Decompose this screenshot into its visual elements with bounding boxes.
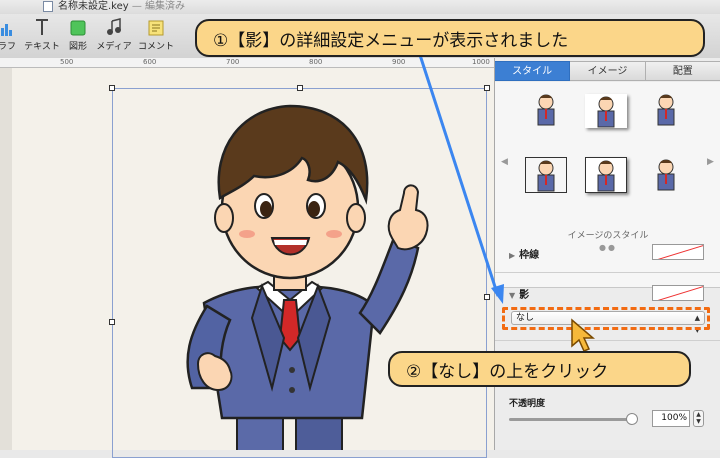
border-toggle[interactable]: ▶ 枠線 (509, 246, 539, 261)
media-button[interactable]: メディア (96, 16, 132, 52)
shape-icon (66, 16, 90, 36)
text-button[interactable]: テキスト (24, 16, 60, 52)
shadow-color-well[interactable] (652, 285, 704, 301)
media-label: メディア (96, 42, 132, 52)
disclosure-triangle-icon: ▶ (509, 251, 516, 260)
image-style-thumb[interactable] (525, 157, 567, 193)
edit-status: — 編集済み (131, 1, 186, 12)
resize-handle[interactable] (484, 294, 490, 300)
ruler-tick: 800 (309, 58, 323, 66)
ruler-tick: 500 (60, 58, 74, 66)
opacity-slider-knob[interactable] (626, 413, 638, 425)
image-style-thumb[interactable] (585, 157, 627, 193)
inspector-tabs: スタイル イメージ 配置 (495, 61, 720, 81)
comment-button[interactable]: コメント (137, 16, 175, 52)
mouse-cursor-icon (571, 318, 596, 352)
opacity-slider[interactable] (509, 418, 631, 421)
ruler-tick: 700 (226, 58, 240, 66)
opacity-stepper[interactable]: ▲ ▼ (693, 410, 704, 427)
border-label: 枠線 (519, 250, 540, 261)
image-selection-frame (112, 88, 487, 458)
resize-handle[interactable] (109, 319, 115, 325)
canvas-margin (0, 68, 12, 450)
image-style-thumb[interactable] (645, 157, 687, 193)
resize-handle[interactable] (109, 85, 115, 91)
tab-arrange[interactable]: 配置 (645, 61, 720, 81)
horizontal-ruler: 500 600 700 800 900 1000 (0, 58, 494, 68)
tab-image[interactable]: イメージ (570, 61, 646, 81)
shape-label: 図形 (68, 42, 87, 52)
chart-button[interactable]: ラフ (0, 16, 18, 52)
text-icon (24, 16, 60, 36)
disclosure-triangle-icon: ▼ (509, 291, 516, 300)
opacity-field[interactable]: 100% (652, 410, 690, 427)
chevron-left-icon[interactable]: ◀ (501, 157, 508, 167)
ruler-tick: 1000 (472, 58, 490, 66)
image-style-thumb[interactable] (645, 92, 687, 128)
resize-handle[interactable] (484, 85, 490, 91)
text-label: テキスト (24, 42, 60, 52)
shadow-toggle[interactable]: ▼ 影 (509, 286, 529, 301)
format-inspector: スタイル イメージ 配置 ◀ ▶ イメージのスタイル ●● ▶ 枠線 ▼ 影 な… (494, 58, 720, 450)
image-style-thumb[interactable] (525, 92, 567, 128)
chevron-right-icon[interactable]: ▶ (707, 157, 714, 167)
tab-style[interactable]: スタイル (495, 61, 571, 81)
document-icon (43, 1, 53, 12)
media-icon (96, 16, 132, 36)
highlight-box (502, 307, 710, 330)
border-section: ▶ 枠線 (495, 234, 720, 273)
image-style-thumb[interactable] (585, 94, 627, 128)
shape-button[interactable]: 図形 (66, 16, 90, 52)
chart-icon (0, 16, 18, 36)
opacity-label: 不透明度 (509, 399, 546, 409)
shadow-label: 影 (519, 290, 530, 301)
resize-handle[interactable] (297, 85, 303, 91)
border-color-well[interactable] (652, 244, 704, 260)
window-titlebar: 名称未設定.key — 編集済み (0, 0, 720, 14)
ruler-tick: 600 (143, 58, 157, 66)
document-name: 名称未設定.key (58, 1, 129, 12)
step2-callout: ②【なし】の上をクリック (388, 351, 691, 387)
step1-callout: ①【影】の詳細設定メニューが表示されました (195, 19, 705, 57)
ruler-tick: 900 (392, 58, 406, 66)
chart-label: ラフ (0, 42, 16, 52)
window-title: 名称未設定.key — 編集済み (58, 0, 185, 14)
comment-label: コメント (137, 42, 174, 52)
comment-icon (137, 16, 175, 36)
